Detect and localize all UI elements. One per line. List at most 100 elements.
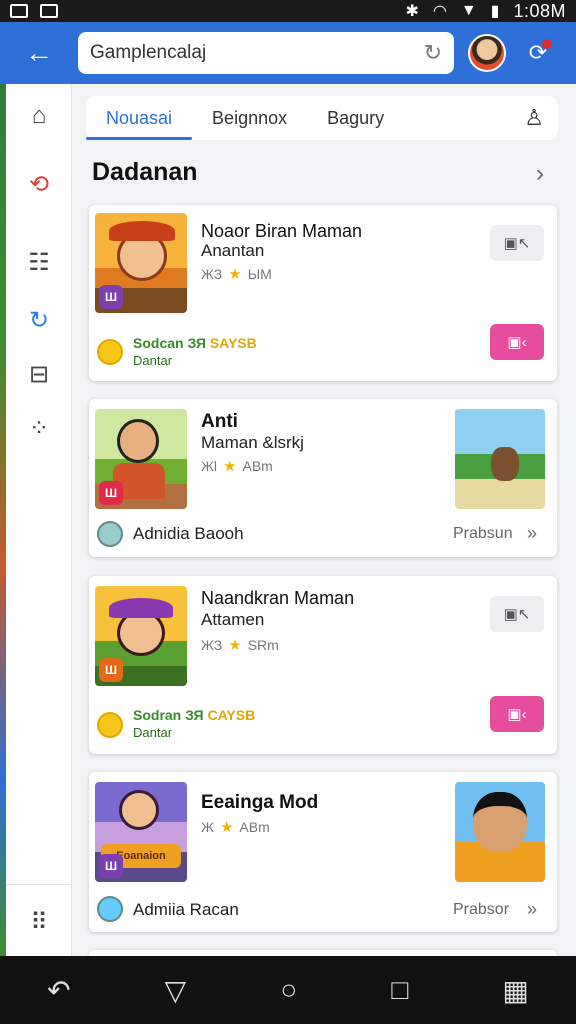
developer-name: Adnidia Baooh (133, 524, 244, 543)
search-box[interactable]: ↻ (78, 32, 454, 74)
coin-icon (97, 339, 123, 365)
bluetooth-icon: ✱ (405, 3, 419, 20)
card-icon: ▣↖ (503, 235, 531, 252)
sidebar-item-list[interactable]: ☷ (6, 242, 72, 282)
card-title: Naandkran Maman (201, 588, 355, 608)
sidebar-item-minus[interactable]: ⊟ (6, 354, 72, 394)
promo-sub: Dantar (133, 725, 173, 740)
status-time: 1:08M (513, 0, 566, 21)
rating-suffix: ABm (242, 458, 273, 474)
game-thumbnail: Ш (95, 409, 187, 509)
card-icon: ▣↖ (503, 606, 531, 623)
tab-nouasai[interactable]: Nouasai (86, 96, 193, 140)
card-subtitle: Attamen (201, 610, 265, 629)
rating-suffix: ЫМ (247, 266, 272, 282)
chevron-right-icon[interactable]: › (536, 160, 544, 188)
card-action-button[interactable]: ▣↖ (490, 596, 544, 632)
card-title: Anti (201, 411, 238, 432)
promo-text: Sodcan ЗЯ SAYSB Dantar (133, 335, 257, 369)
game-thumbnail: Eoanaion Ш (95, 782, 187, 882)
notification-dot (542, 39, 552, 49)
star-icon: ★ (228, 266, 242, 283)
card-install-button[interactable]: ▣‹ (490, 696, 544, 732)
game-card[interactable]: Ш Naandkran Maman Attamen ЖЗ ★ SRm ▣↖ So… (89, 576, 557, 754)
battery-icon: ▮ (490, 3, 500, 20)
landscape-thumbnail (455, 409, 545, 509)
promo-main: Sodran ЗЯ (133, 707, 204, 723)
card-link[interactable]: Prabsor (453, 901, 509, 919)
promo-highlight: CAYSB (207, 707, 256, 723)
card-title: Noaor Biran Maman (201, 221, 363, 241)
card-rating: ЖЗ ★ SRm (201, 636, 279, 654)
developer-icon (97, 896, 123, 922)
rating-suffix: ABm (239, 819, 270, 835)
back-button[interactable]: ← (0, 22, 78, 84)
sidebar-item-dots[interactable]: ⁘ (6, 408, 72, 448)
character-thumbnail (455, 782, 545, 882)
dots-icon: ⁘ (28, 414, 50, 442)
game-thumbnail: Ш (95, 213, 187, 313)
game-badge-icon: Ш (99, 481, 123, 505)
promo-main: Sodcan ЗЯ (133, 335, 206, 351)
forward-icon[interactable]: » (527, 899, 537, 920)
sync-icon: ↻ (28, 306, 50, 334)
star-icon: ★ (219, 819, 234, 836)
back-icon[interactable]: ▽ (165, 974, 187, 1007)
home-button-icon[interactable]: ○ (280, 974, 297, 1006)
sidebar-item-sync[interactable]: ↻ (6, 300, 72, 340)
forward-icon[interactable]: » (527, 523, 537, 544)
card-subtitle: Maman &lsrkj (201, 433, 304, 452)
promo-sub: Dantar (133, 353, 173, 368)
search-input[interactable] (90, 42, 424, 64)
sidebar-item-chat[interactable]: ⟲ (6, 164, 72, 204)
developer-icon (97, 521, 123, 547)
sidebar-item-apps[interactable]: ⠿ (6, 902, 72, 942)
card-link[interactable]: Prabsun (453, 525, 513, 543)
tab-beignnox[interactable]: Beignnox (192, 96, 307, 140)
app-notification-icon (40, 4, 58, 18)
rating-prefix: ЖЗ (201, 637, 223, 653)
rating-prefix: Ж (201, 819, 214, 835)
game-thumbnail: Ш (95, 586, 187, 686)
star-icon: ★ (228, 637, 242, 654)
tab-bar: Nouasai Beignnox Bagury ♙ (86, 96, 558, 140)
notification-icon (10, 4, 28, 18)
rating-prefix: Жl (201, 458, 218, 474)
user-icon[interactable]: ♙ (524, 105, 544, 131)
rating-prefix: ЖЗ (201, 266, 223, 282)
section-title: Dadanan (92, 158, 198, 186)
signal-icon: ▼ (460, 2, 477, 19)
sidebar: ⌂ ⟲ ☷ ↻ ⊟ ⁘ ⠿ (6, 84, 72, 956)
sidebar-divider (6, 884, 72, 885)
card-install-button[interactable]: ▣‹ (490, 324, 544, 360)
back-arrow-icon: ← (25, 37, 53, 68)
game-card[interactable]: Ш Noaor Biran Maman Anantan ЖЗ ★ ЫМ ▣↖ S… (89, 205, 557, 381)
game-badge-icon: Ш (99, 658, 123, 682)
refresh-icon[interactable]: ↻ (424, 40, 442, 66)
card-action-button[interactable]: ▣↖ (490, 225, 544, 261)
promo-highlight: SAYSB (209, 335, 257, 351)
card-title: Eeainga Mod (201, 792, 319, 813)
system-nav-bar: ↶ ▽ ○ □ ▦ (0, 956, 576, 1024)
notifications-button[interactable]: ⟳ (518, 33, 558, 73)
card-back-icon: ▣‹ (507, 334, 527, 351)
minus-box-icon: ⊟ (28, 360, 50, 388)
avatar[interactable] (468, 34, 506, 72)
clipboard-icon: ☷ (28, 248, 50, 276)
star-icon: ★ (223, 458, 237, 475)
coin-icon (97, 712, 123, 738)
developer-name: Admiia Racan (133, 900, 239, 919)
keyboard-icon[interactable]: ▦ (502, 974, 528, 1007)
tab-bagury[interactable]: Bagury (307, 96, 404, 140)
recents-icon[interactable]: □ (391, 974, 408, 1006)
game-badge-icon: Ш (99, 854, 123, 878)
back-gesture-icon[interactable]: ↶ (47, 974, 70, 1007)
card-back-icon: ▣‹ (507, 706, 527, 723)
sidebar-item-home[interactable]: ⌂ (6, 96, 72, 136)
game-card[interactable]: Eoanaion Ш Eeainga Mod Ж ★ ABm Admiia Ra… (89, 772, 557, 932)
game-badge-icon: Ш (99, 285, 123, 309)
game-card[interactable]: Ш Anti Maman &lsrkj Жl ★ ABm Adnidia Bao… (89, 399, 557, 557)
card-rating: Жl ★ ABm (201, 457, 273, 475)
status-bar: ✱ ◠ ▼ ▮ 1:08M (0, 0, 576, 22)
card-rating: Ж ★ ABm (201, 818, 270, 836)
